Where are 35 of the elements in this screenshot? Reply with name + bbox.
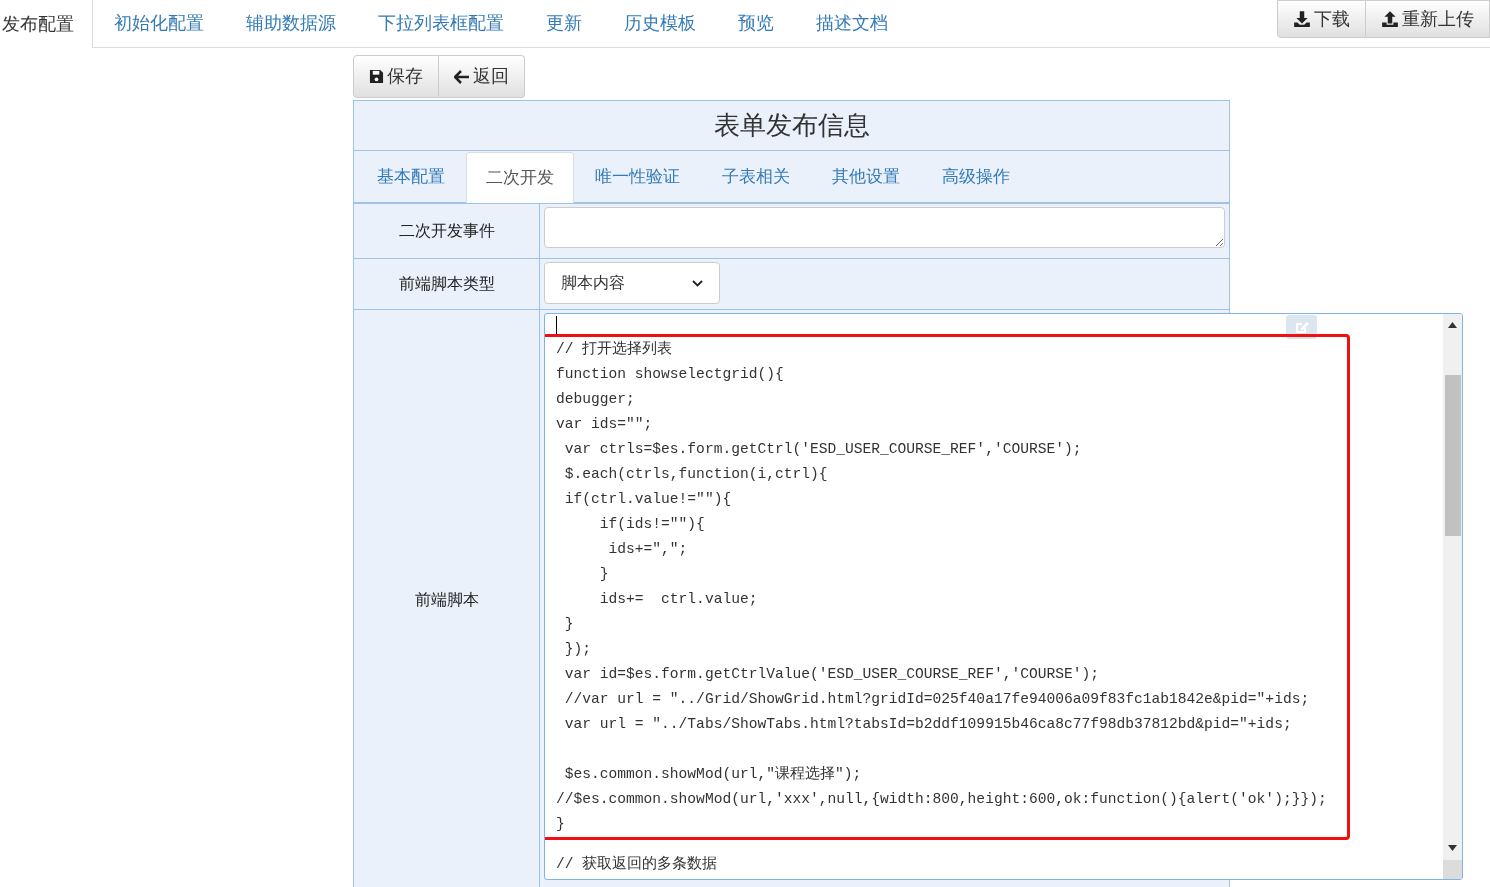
text-cursor [556,316,557,334]
nav-tab[interactable]: 下拉列表框配置 [357,0,525,47]
scroll-down-icon[interactable] [1448,845,1457,851]
panel-tab[interactable]: 二次开发 [466,152,574,203]
code-editor[interactable] [544,313,1463,880]
nav-tab[interactable]: 更新 [525,0,603,47]
chevron-down-icon [692,279,703,287]
download-icon [1293,10,1311,28]
dropdown-select[interactable]: 脚本内容 [544,262,720,304]
action-button[interactable]: 下载 [1277,0,1366,38]
resize-handle[interactable] [1443,860,1462,879]
scroll-thumb[interactable] [1444,375,1461,536]
panel-tab[interactable]: 子表相关 [701,152,811,202]
arrow-left-icon [454,69,470,84]
code-text: // 打开选择列表 function showselectgrid(){ debugger; var ids=""; var ctrls=$es.form.getCtrl('ESD_USER_COURSE_REF','COURSE'); $.each(ctrls,function(i,ctrl){ if(ctrl.value!=""){ if(ids!=""){ ids+=","; } ids+= ctrl.value; } }); var id=$es.form.getCtrlValue('ESD_USER_COURSE_REF','COURSE'); //var url = "../Grid/ShowGrid.html?gridId=025f40a17fe94006a09f83fc1ab1842e&pid="+ids; var url = "../Tabs/ShowTabs.html?tabsId=b2ddf109915b46ca8c77f98db37812bd&pid="+ids; $es.common.showMod(url,"课程选择"); //$es.common.showMod(url,'xxx',null,{width:800,height:600,ok:function(){alert('ok');}}); } [556,339,1327,834]
save-button[interactable]: 保存 [353,55,439,98]
edit-button[interactable] [1286,315,1317,339]
panel-tab[interactable]: 基本配置 [356,152,466,202]
nav-tab[interactable]: 发布配置 [0,0,93,48]
action-button[interactable]: 重新上传 [1366,0,1490,38]
upload-icon [1381,10,1399,28]
panel-tab[interactable]: 其他设置 [811,152,921,202]
panel-tab[interactable]: 唯一性验证 [574,152,701,202]
code-text: // 获取返回的多条数据 [556,854,718,874]
nav-tab[interactable]: 辅助数据源 [225,0,357,47]
nav-tab[interactable]: 预览 [717,0,795,47]
nav-tab[interactable]: 初始化配置 [93,0,225,47]
back-button[interactable]: 返回 [439,55,525,98]
nav-tab[interactable]: 描述文档 [795,0,909,47]
edit-icon [1293,319,1310,335]
scroll-up-icon[interactable] [1448,322,1457,328]
nav-tab[interactable]: 历史模板 [603,0,717,47]
panel-tab[interactable]: 高级操作 [921,152,1031,202]
save-icon [369,69,384,84]
panel-title: 表单发布信息 [354,101,1229,151]
